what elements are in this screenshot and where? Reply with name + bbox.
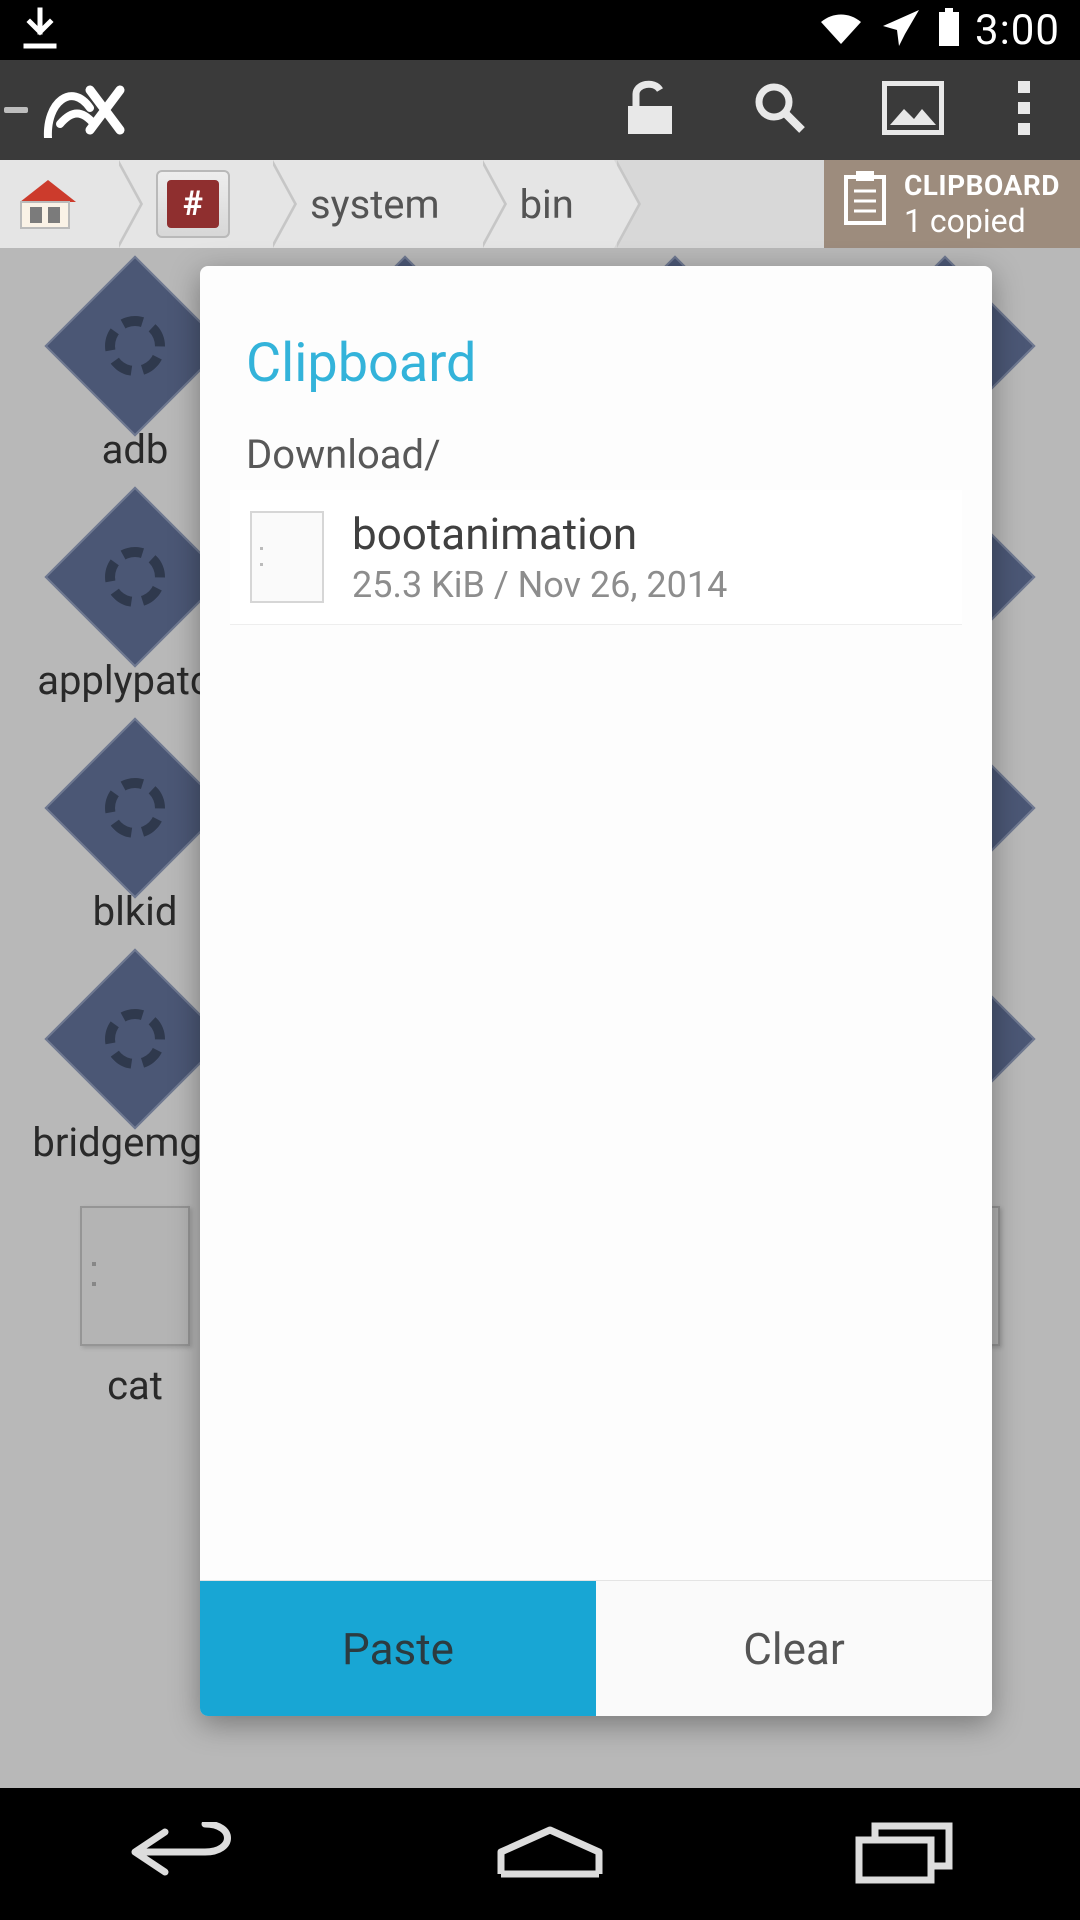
- status-bar: 3:00: [0, 0, 1080, 60]
- search-icon[interactable]: [752, 80, 808, 140]
- airplane-icon: [879, 6, 923, 54]
- wifi-icon: [817, 8, 865, 52]
- clipboard-item-meta: 25.3 KiB / Nov 26, 2014: [352, 564, 727, 606]
- clipboard-popup-title: Clipboard: [246, 332, 946, 395]
- paste-button[interactable]: Paste: [200, 1581, 596, 1716]
- clipboard-item[interactable]: bootanimation 25.3 KiB / Nov 26, 2014: [230, 490, 962, 625]
- clipboard-badge-subtitle: 1 copied: [904, 202, 1060, 240]
- clipboard-source-path: Download/: [246, 431, 946, 478]
- clipboard-popup: Clipboard Download/ bootanimation 25.3 K…: [200, 266, 992, 1716]
- clipboard-badge[interactable]: CLIPBOARD 1 copied: [824, 160, 1080, 248]
- clipboard-badge-title: CLIPBOARD: [904, 169, 1060, 202]
- clear-button[interactable]: Clear: [596, 1581, 992, 1716]
- unlock-icon[interactable]: [622, 78, 678, 142]
- clipboard-icon: [842, 171, 888, 237]
- breadcrumb-bar: # system bin CLIPBOARD 1 copied: [0, 160, 1080, 248]
- back-icon[interactable]: [125, 1822, 245, 1886]
- overflow-menu-icon[interactable]: [1018, 81, 1032, 139]
- breadcrumb-label: bin: [520, 181, 574, 228]
- file-icon: [250, 511, 324, 603]
- app-toolbar: [0, 60, 1080, 160]
- app-logo[interactable]: [42, 78, 128, 142]
- status-clock: 3:00: [975, 6, 1060, 55]
- drawer-handle[interactable]: [4, 107, 28, 113]
- breadcrumb-home[interactable]: [0, 160, 116, 248]
- breadcrumb-system[interactable]: system: [270, 160, 480, 248]
- clipboard-item-name: bootanimation: [352, 508, 727, 560]
- recents-icon[interactable]: [855, 1820, 955, 1888]
- breadcrumb-label: system: [310, 181, 440, 228]
- image-icon[interactable]: [882, 81, 944, 139]
- system-nav-bar: [0, 1788, 1080, 1920]
- battery-icon: [937, 8, 961, 52]
- home-icon[interactable]: [495, 1824, 605, 1884]
- download-icon: [20, 6, 60, 54]
